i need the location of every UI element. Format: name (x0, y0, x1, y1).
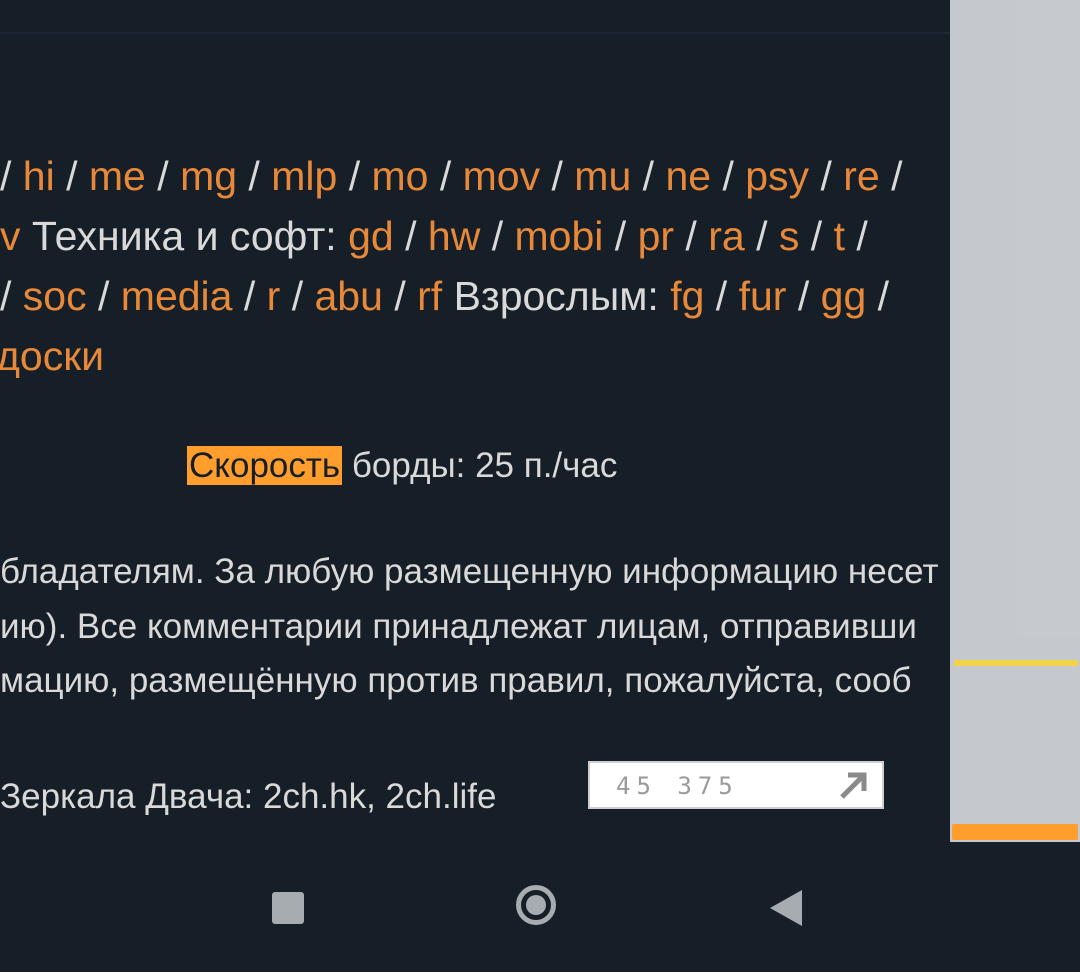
external-arrow-icon (840, 772, 867, 799)
speed-highlight: Скорость (187, 446, 343, 485)
category-label-tech: Техника и софт: (31, 213, 337, 259)
separator: / (799, 213, 834, 259)
system-navigation-bar (0, 842, 1080, 972)
board-link[interactable]: mov (463, 153, 540, 199)
separator: / (674, 213, 709, 259)
separator: / (237, 153, 272, 199)
separator: / (786, 273, 821, 319)
board-link[interactable]: mlp (271, 153, 337, 199)
board-link[interactable]: soc (23, 273, 87, 319)
board-link[interactable]: mu (574, 153, 631, 199)
board-link[interactable]: gd (348, 213, 394, 259)
separator: / (809, 153, 844, 199)
board-link[interactable]: rf (417, 273, 442, 319)
board-link[interactable]: mg (180, 153, 237, 199)
separator: / (54, 153, 89, 199)
board-link[interactable]: mo (371, 153, 428, 199)
board-link[interactable]: pr (638, 213, 674, 259)
board-link[interactable]: fur (739, 273, 787, 319)
board-link[interactable]: media (121, 273, 233, 319)
board-link[interactable]: ra (708, 213, 744, 259)
board-link[interactable]: psy (745, 153, 809, 199)
separator: / (603, 213, 638, 259)
board-link[interactable]: ne (665, 153, 711, 199)
category-label-adult: Взрослым: (453, 273, 659, 319)
disclaimer-line-3: мацию, размещённую против правил, пожалу… (0, 661, 912, 700)
header-divider (0, 32, 950, 34)
board-link[interactable]: s (779, 213, 800, 259)
home-icon[interactable] (516, 885, 556, 925)
board-link[interactable]: re (843, 153, 879, 199)
overlay-orange-bar (952, 824, 1078, 840)
board-link[interactable]: me (89, 153, 146, 199)
board-list-row-3: / soc / media / r / abu / rf Взрослым: f… (0, 272, 889, 320)
separator: / (844, 213, 868, 259)
floating-overlay-panel[interactable] (950, 0, 1080, 842)
separator: / (382, 273, 418, 319)
board-list-row-4: доски (0, 332, 104, 380)
board-speed: Скорость борды: 25 п./час (187, 442, 617, 490)
counter-value: 45 375 (616, 772, 739, 800)
boards-link[interactable]: доски (0, 333, 104, 379)
home-icon-inner (526, 895, 546, 915)
separator: / (480, 213, 515, 259)
disclaimer-line-1: бладателям. За любую размещенную информа… (0, 552, 939, 591)
separator: / (428, 153, 463, 199)
overlay-yellow-bar (954, 660, 1078, 666)
mirrors-text: Зеркала Двача: 2ch.hk, 2ch.life (0, 777, 497, 816)
board-list-row-1: / hi / me / mg / mlp / mo / mov / mu / n… (0, 152, 903, 200)
separator: / (631, 153, 666, 199)
board-list-row-2: v Техника и софт: gd / hw / mobi / pr / … (0, 212, 868, 260)
separator: / (879, 153, 903, 199)
separator: / (280, 273, 315, 319)
separator: / (866, 273, 890, 319)
separator: / (232, 273, 267, 319)
board-link[interactable]: mobi (515, 213, 604, 259)
board-link[interactable]: abu (315, 273, 383, 319)
separator: / (711, 153, 746, 199)
separator: / (393, 213, 428, 259)
separator: / (704, 273, 739, 319)
separator: / (0, 153, 23, 199)
board-link[interactable]: hi (23, 153, 55, 199)
visit-counter[interactable]: 45 375 (588, 761, 884, 809)
disclaimer-line-2: ию). Все комментарии принадлежат лицам, … (0, 607, 917, 646)
recent-apps-icon[interactable] (272, 892, 304, 924)
board-link[interactable]: fg (670, 273, 704, 319)
board-link[interactable]: v (0, 213, 21, 259)
separator: / (0, 273, 23, 319)
back-icon[interactable] (770, 890, 802, 926)
separator: / (744, 213, 779, 259)
separator: / (540, 153, 575, 199)
board-link[interactable]: hw (428, 213, 480, 259)
separator: / (145, 153, 181, 199)
speed-text: борды: 25 п./час (351, 446, 618, 485)
separator: / (86, 273, 121, 319)
separator: / (337, 153, 372, 199)
board-link[interactable]: t (834, 213, 845, 259)
board-link[interactable]: r (267, 273, 281, 319)
board-link[interactable]: gg (821, 273, 867, 319)
